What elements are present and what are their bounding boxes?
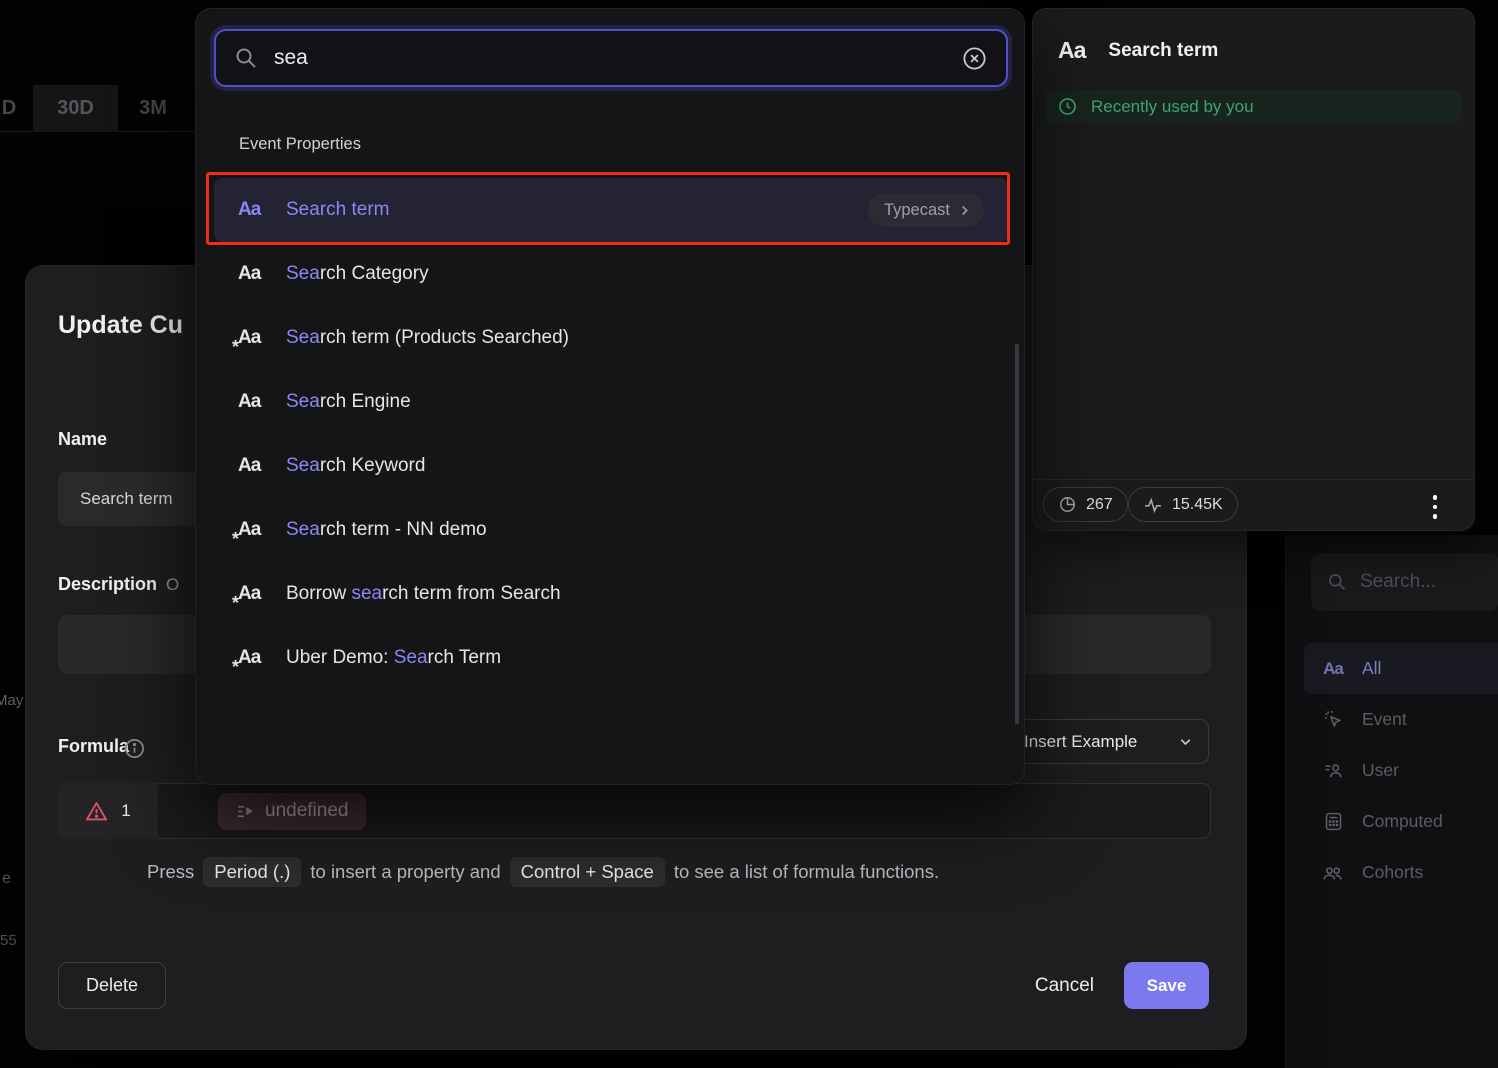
custom-property-star: *	[232, 529, 238, 550]
recently-used-badge: Recently used by you	[1045, 90, 1461, 123]
sidebar-item-cohorts[interactable]: Cohorts	[1304, 847, 1498, 898]
property-option[interactable]: Aa Search Keyword	[214, 434, 1008, 498]
delete-button[interactable]: Delete	[58, 962, 166, 1009]
kbd-control-space: Control + Space	[510, 857, 665, 887]
custom-property-star: *	[232, 593, 238, 614]
property-option[interactable]: Aa Search Category	[214, 242, 1008, 306]
custom-property-star: *	[232, 657, 238, 678]
custom-property-star: *	[232, 337, 238, 358]
undefined-property-token[interactable]: undefined	[218, 793, 366, 830]
option-label: Search term	[286, 199, 850, 221]
property-option[interactable]: Aa Search Engine	[214, 370, 1008, 434]
property-token-icon	[236, 802, 255, 821]
insert-example-button[interactable]: Insert Example	[1012, 719, 1209, 764]
cursor-click-icon	[1321, 709, 1345, 730]
property-search-dropdown: Event Properties Aa Search term Typecast…	[195, 8, 1025, 785]
option-label: Search Engine	[286, 391, 984, 413]
property-option[interactable]: Aa* Search term (Products Searched)	[214, 306, 1008, 370]
option-label: Borrow search term from Search	[286, 583, 984, 605]
sidebar-item-all[interactable]: Aa All	[1304, 643, 1498, 694]
tab-30d[interactable]: 30D	[33, 85, 118, 132]
text-type-icon: Aa	[1321, 659, 1345, 679]
property-option[interactable]: Aa* Uber Demo: Search Term	[214, 626, 1008, 690]
stat-value: 267	[1086, 496, 1113, 514]
option-label: Uber Demo: Search Term	[286, 647, 984, 669]
more-options-button[interactable]	[1428, 490, 1443, 524]
scrollbar-thumb[interactable]	[1015, 344, 1019, 724]
user-list-icon	[1321, 760, 1345, 781]
option-label: Search term - NN demo	[286, 519, 984, 541]
time-range-tabs: D 30D 3M	[0, 85, 195, 132]
tab-3m[interactable]: 3M	[118, 85, 188, 132]
sidebar-search-input[interactable]	[1360, 571, 1483, 593]
property-title: Search term	[1108, 40, 1218, 62]
sidebar-item-label: User	[1362, 760, 1399, 781]
formula-label: Formula	[58, 736, 129, 757]
description-optional-hint: O	[166, 575, 179, 594]
description-label: DescriptionO	[58, 574, 179, 595]
kbd-period: Period (.)	[203, 857, 301, 887]
axis-label-month: May	[0, 692, 23, 709]
section-header: Event Properties	[239, 135, 361, 154]
save-button[interactable]: Save	[1124, 962, 1209, 1009]
formula-input[interactable]: undefined	[158, 783, 1211, 839]
divider	[1033, 479, 1474, 480]
search-icon	[1327, 572, 1347, 592]
axis-label-fragment: e	[2, 870, 11, 888]
chevron-down-icon	[1177, 733, 1194, 750]
sidebar-item-label: Cohorts	[1362, 862, 1423, 883]
people-icon	[1321, 862, 1345, 884]
sidebar-item-label: Event	[1362, 709, 1407, 730]
tab-7d[interactable]: D	[0, 85, 24, 132]
token-label: undefined	[265, 800, 348, 822]
property-details-panel: Aa Search term Recently used by you 267 …	[1032, 8, 1475, 531]
text-type-icon: Aa	[238, 199, 268, 221]
axis-tick-label: 55	[0, 932, 17, 949]
dropdown-search-input[interactable]	[274, 46, 945, 70]
search-icon	[234, 46, 258, 70]
info-icon[interactable]	[123, 737, 146, 760]
typecast-button[interactable]: Typecast	[868, 193, 984, 227]
calculator-icon	[1321, 811, 1345, 832]
modal-title: Update Cu	[58, 311, 183, 340]
formula-editor[interactable]: 1 undefined	[58, 783, 1211, 839]
text-type-icon: Aa	[238, 391, 268, 413]
clear-search-icon[interactable]	[961, 45, 988, 72]
pie-chart-icon	[1058, 495, 1077, 514]
dropdown-search-box[interactable]	[214, 29, 1008, 87]
text-type-icon: Aa*	[238, 519, 268, 541]
name-label: Name	[58, 429, 107, 450]
sidebar-item-user[interactable]: User	[1304, 745, 1498, 796]
text-type-icon: Aa*	[238, 327, 268, 349]
sidebar-item-computed[interactable]: Computed	[1304, 796, 1498, 847]
text-type-icon: Aa*	[238, 583, 268, 605]
clock-icon	[1057, 96, 1078, 117]
warning-icon	[85, 800, 108, 823]
error-count: 1	[121, 801, 130, 821]
formula-error-gutter: 1	[58, 783, 158, 839]
option-label: Search Category	[286, 263, 984, 285]
property-option[interactable]: Aa* Borrow search term from Search	[214, 562, 1008, 626]
sidebar-item-event[interactable]: Event	[1304, 694, 1498, 745]
activity-icon	[1143, 495, 1163, 515]
insert-example-label: Insert Example	[1024, 732, 1169, 752]
cancel-button[interactable]: Cancel	[1035, 962, 1094, 1009]
text-type-icon: Aa	[1058, 37, 1085, 64]
event-volume-pill[interactable]: 15.45K	[1128, 487, 1238, 522]
property-filter-sidebar: Aa All Event User	[1285, 535, 1498, 1068]
text-type-icon: Aa	[238, 455, 268, 477]
stat-value: 15.45K	[1172, 496, 1223, 514]
option-label: Search term (Products Searched)	[286, 327, 984, 349]
distinct-values-pill[interactable]: 267	[1043, 487, 1128, 522]
option-label: Search Keyword	[286, 455, 984, 477]
text-type-icon: Aa	[238, 263, 268, 285]
sidebar-item-label: Computed	[1362, 811, 1443, 832]
property-option[interactable]: Aa* Search term - NN demo	[214, 498, 1008, 562]
sidebar-search-box[interactable]	[1311, 553, 1498, 611]
chevron-right-icon	[957, 203, 972, 218]
property-option-search-term[interactable]: Aa Search term Typecast	[214, 178, 1008, 242]
formula-hint: Press Period (.) to insert a property an…	[147, 857, 1147, 887]
text-type-icon: Aa*	[238, 647, 268, 669]
sidebar-item-label: All	[1362, 658, 1381, 679]
